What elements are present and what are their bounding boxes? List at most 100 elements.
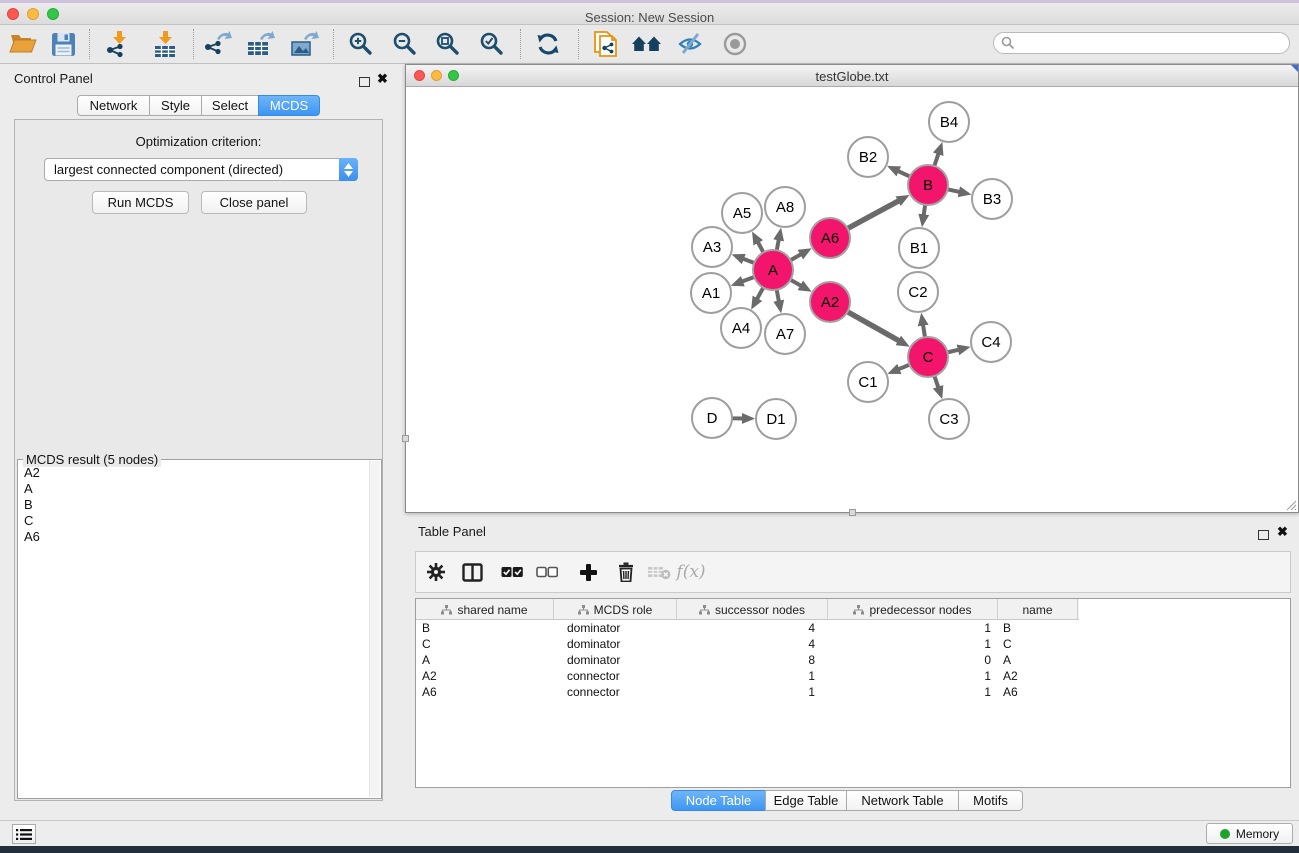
window-bottom-resize-handle[interactable]	[849, 509, 856, 516]
table-row[interactable]: A6connector11A6	[416, 684, 1290, 700]
column-header-name[interactable]: name	[998, 599, 1078, 620]
result-scrollbar-track[interactable]	[369, 461, 380, 797]
zoom-selected-button[interactable]	[474, 28, 510, 60]
graph-node-A4[interactable]: A4	[721, 308, 761, 348]
column-header-predecessor-nodes[interactable]: predecessor nodes	[828, 599, 998, 620]
table-row[interactable]: Adominator80A	[416, 652, 1290, 668]
graph-edge-B-B1[interactable]	[924, 205, 926, 217]
mcds-result-item[interactable]: A	[24, 481, 40, 497]
graph-node-A8[interactable]: A8	[765, 187, 805, 227]
close-panel-button[interactable]: Close panel	[201, 191, 307, 214]
import-network-button[interactable]	[101, 28, 137, 60]
tab-network[interactable]: Network	[77, 95, 150, 116]
graph-node-C[interactable]: C	[908, 337, 948, 377]
graph-edge-A-A6[interactable]	[790, 254, 802, 261]
zoom-out-button[interactable]	[387, 28, 423, 60]
node-table[interactable]: shared nameMCDS rolesuccessor nodesprede…	[415, 598, 1291, 788]
duplicate-network-button[interactable]	[588, 28, 624, 60]
run-mcds-button[interactable]: Run MCDS	[92, 191, 189, 214]
delete-column-button[interactable]	[611, 557, 641, 587]
tab-edge-table[interactable]: Edge Table	[765, 790, 847, 811]
optimization-criterion-dropdown[interactable]: largest connected component (directed)	[44, 158, 358, 181]
graph-edge-A6-B[interactable]	[848, 200, 900, 228]
table-panel-float-button[interactable]	[1258, 527, 1269, 545]
tab-motifs[interactable]: Motifs	[958, 790, 1023, 811]
graph-edge-A-A5[interactable]	[757, 241, 763, 252]
mcds-result-list[interactable]: A2ABCA6	[19, 465, 40, 545]
export-image-button[interactable]	[287, 28, 323, 60]
graph-edge-A-A3[interactable]	[742, 258, 754, 263]
function-builder-button[interactable]: f(x)	[671, 557, 711, 587]
export-network-button[interactable]	[200, 28, 236, 60]
mcds-result-item[interactable]: A2	[24, 465, 40, 481]
graph-node-A7[interactable]: A7	[765, 314, 805, 354]
tab-node-table[interactable]: Node Table	[671, 790, 766, 811]
mcds-result-item[interactable]: C	[24, 513, 40, 529]
graph-node-B1[interactable]: B1	[899, 228, 939, 268]
search-field[interactable]	[993, 32, 1290, 54]
graph-edge-A-A7[interactable]	[777, 290, 779, 303]
tab-network-table[interactable]: Network Table	[846, 790, 959, 811]
window-resize-grip[interactable]	[1285, 499, 1297, 511]
table-row[interactable]: Cdominator41C	[416, 636, 1290, 652]
graph-node-C2[interactable]: C2	[898, 272, 938, 312]
table-row[interactable]: A2connector11A2	[416, 668, 1290, 684]
houses-button[interactable]	[629, 28, 665, 60]
column-header-MCDS-role[interactable]: MCDS role	[554, 599, 677, 620]
graph-node-C4[interactable]: C4	[971, 322, 1011, 362]
graph-edge-C-C1[interactable]	[898, 365, 910, 370]
add-column-button[interactable]	[573, 557, 603, 587]
graph-node-B3[interactable]: B3	[972, 179, 1012, 219]
mcds-result-item[interactable]: B	[24, 497, 40, 513]
show-hidden-button[interactable]	[717, 28, 753, 60]
graph-edge-A-A2[interactable]	[790, 280, 802, 287]
graph-node-B[interactable]: B	[908, 165, 948, 205]
graph-node-C3[interactable]: C3	[929, 399, 969, 439]
graph-node-A[interactable]: A	[753, 250, 793, 290]
graph-node-B2[interactable]: B2	[848, 137, 888, 177]
search-input[interactable]	[1015, 36, 1265, 50]
table-panel-close-button[interactable]: ✖	[1277, 524, 1288, 540]
graph-node-A6[interactable]: A6	[810, 218, 850, 258]
hide-selected-button[interactable]	[673, 28, 709, 60]
graph-edge-A-A4[interactable]	[756, 288, 763, 300]
deselect-all-button[interactable]	[532, 557, 562, 587]
graph-edge-C-C2[interactable]	[923, 324, 925, 338]
table-settings-button[interactable]	[421, 557, 451, 587]
graph-node-A1[interactable]: A1	[691, 273, 731, 313]
save-session-button[interactable]	[45, 28, 81, 60]
column-header-successor-nodes[interactable]: successor nodes	[677, 599, 828, 620]
select-all-button[interactable]	[497, 557, 527, 587]
graph-edge-A-A1[interactable]	[741, 277, 754, 282]
table-row[interactable]: Bdominator41B	[416, 620, 1290, 636]
open-session-button[interactable]	[5, 28, 41, 60]
graph-node-D1[interactable]: D1	[756, 399, 796, 439]
graph-node-D[interactable]: D	[692, 398, 732, 438]
graph-edge-C-C4[interactable]	[947, 349, 959, 352]
zoom-in-button[interactable]	[343, 28, 379, 60]
graph-node-B4[interactable]: B4	[929, 102, 969, 142]
graph-edge-B-B4[interactable]	[934, 152, 939, 166]
delete-table-button[interactable]	[644, 557, 674, 587]
column-visibility-button[interactable]	[457, 557, 487, 587]
tab-select[interactable]: Select	[201, 95, 259, 116]
graph-node-C1[interactable]: C1	[848, 362, 888, 402]
control-panel-close-button[interactable]: ✖	[377, 71, 388, 87]
network-canvas[interactable]: B4B2BB3A8A5A6A3B1AA1C2A2A4A7C4CC1DD1C3	[406, 87, 1298, 512]
tab-mcds[interactable]: MCDS	[258, 95, 320, 116]
refresh-button[interactable]	[530, 28, 566, 60]
memory-button[interactable]: Memory	[1206, 823, 1293, 844]
control-panel-float-button[interactable]	[359, 74, 370, 92]
graph-edge-B-B3[interactable]	[948, 189, 961, 192]
graph-edge-C-C3[interactable]	[934, 376, 938, 389]
import-table-button[interactable]	[147, 28, 183, 60]
graph-node-A2[interactable]: A2	[810, 282, 850, 322]
tab-style[interactable]: Style	[149, 95, 202, 116]
graph-edge-B-B2[interactable]	[897, 171, 910, 177]
graph-edge-A2-C[interactable]	[847, 312, 900, 342]
graph-edge-A-A8[interactable]	[777, 238, 779, 250]
export-table-button[interactable]	[243, 28, 279, 60]
zoom-fit-button[interactable]	[430, 28, 466, 60]
task-history-button[interactable]	[12, 824, 36, 844]
network-window-titlebar[interactable]: testGlobe.txt	[406, 65, 1298, 87]
